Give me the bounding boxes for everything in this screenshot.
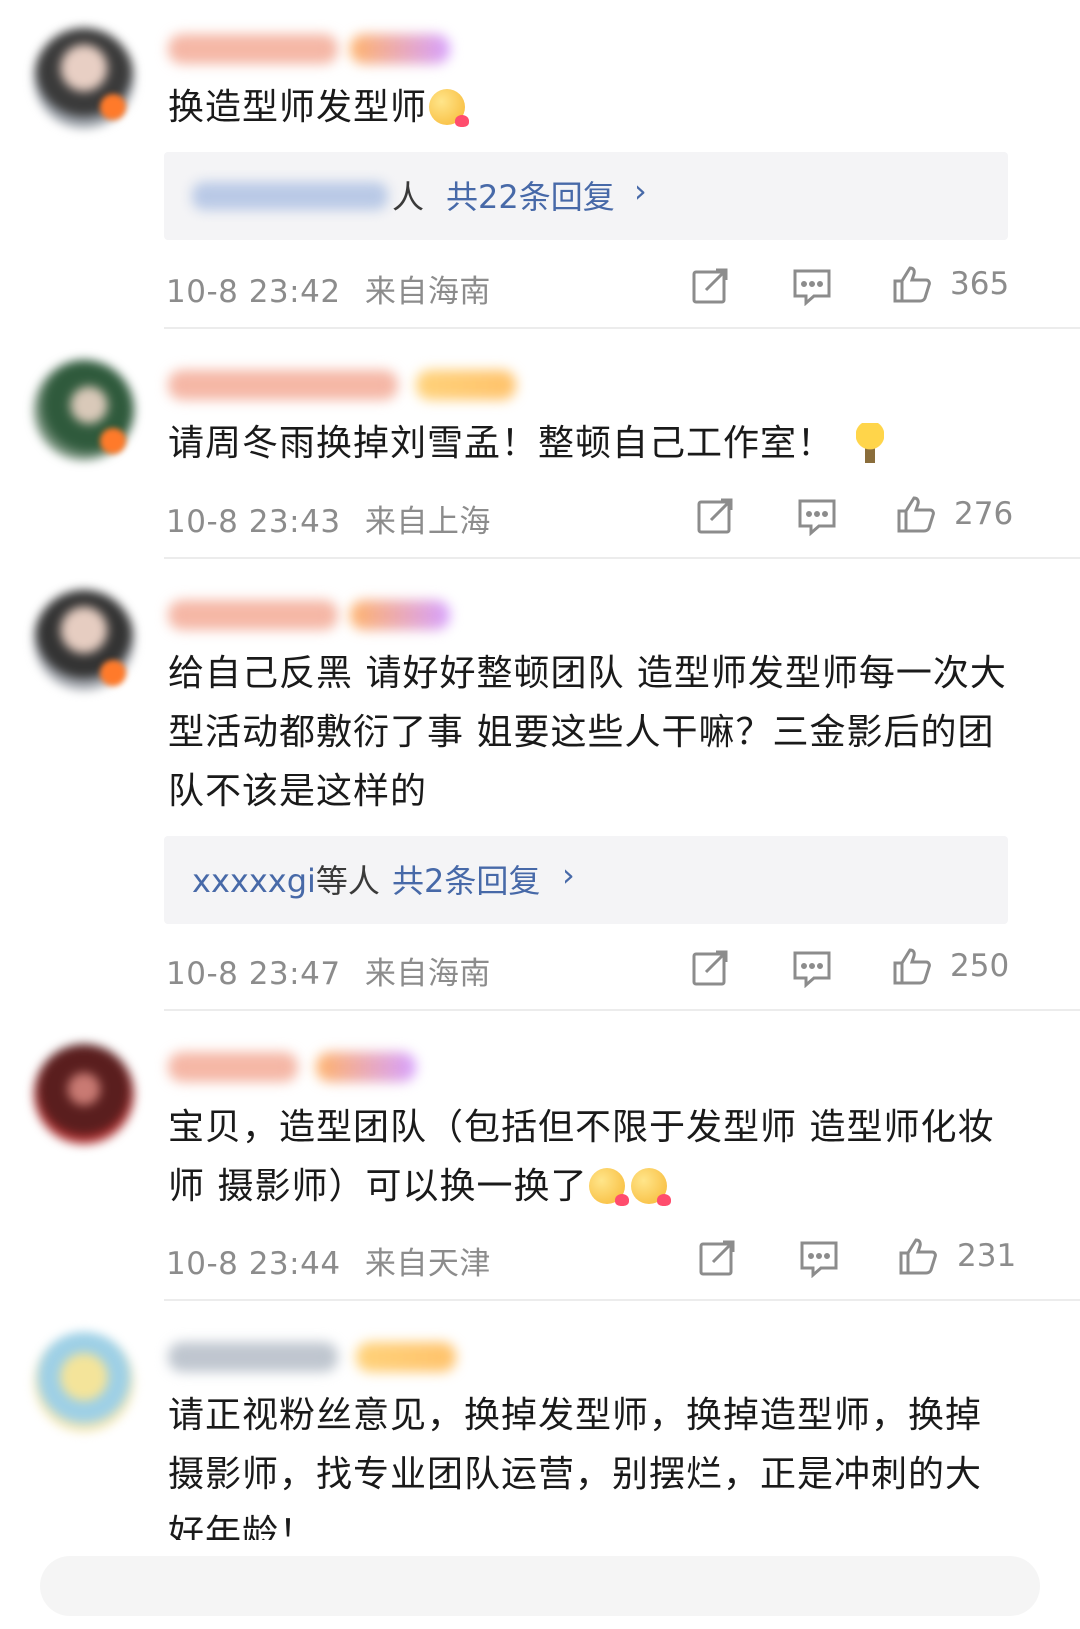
like-count: 365	[950, 266, 1010, 302]
reply-names-suffix: 等人	[315, 862, 380, 900]
comment-location: 来自海南	[364, 956, 491, 992]
comment-meta: 10-8 23:44 来自天津	[166, 1238, 491, 1283]
user-badge	[416, 370, 516, 400]
comment-text-content: 请周冬雨换掉刘雪孟！整顿自己工作室！	[168, 423, 835, 464]
share-icon[interactable]	[695, 496, 735, 536]
thumbs-up-icon[interactable]	[892, 264, 932, 304]
verified-badge-icon	[100, 428, 126, 454]
avatar[interactable]	[34, 1332, 134, 1432]
comment-icon[interactable]	[799, 1238, 839, 1278]
comment-text-content: 宝贝，造型团队（包括但不限于发型师 造型师化妆师 摄影师）可以换一换了	[168, 1107, 995, 1207]
username[interactable]	[168, 1342, 338, 1372]
comment-icon[interactable]	[792, 948, 832, 988]
divider	[164, 557, 1080, 559]
user-badge	[350, 34, 450, 64]
comment-text: 请正视粉丝意见，换掉发型师，换掉造型师，换掉摄影师，找专业团队运营，别摆烂，正是…	[168, 1395, 983, 1540]
comment-location: 来自天津	[364, 1246, 491, 1282]
username[interactable]	[168, 1052, 298, 1082]
comment-item: 请正视粉丝意见，换掉发型师，换掉造型师，换掉摄影师，找专业团队运营，别摆烂，正是…	[0, 1302, 1080, 1540]
reply-count-link[interactable]: 共2条回复	[392, 856, 540, 902]
verified-badge-icon	[100, 94, 126, 120]
comment-text: 请周冬雨换掉刘雪孟！整顿自己工作室！	[168, 414, 1018, 473]
reply-summary[interactable]: xxxxxgi等人 共2条回复 ›	[164, 836, 1008, 924]
like-count: 231	[957, 1238, 1017, 1274]
reply-names-suffix: 人	[392, 178, 425, 216]
comment-meta: 10-8 23:47 来自海南	[166, 948, 491, 993]
chevron-right-icon[interactable]: ›	[634, 172, 647, 210]
user-badge	[316, 1052, 416, 1082]
like-count: 276	[954, 496, 1014, 532]
thumbs-up-icon[interactable]	[892, 946, 932, 986]
comment-location: 来自海南	[364, 274, 491, 310]
comment-item: 换造型师发型师 人 共22条回复 › 10-8 23:42 来自海南 365	[0, 0, 1080, 330]
comment-location: 来自上海	[364, 504, 491, 540]
thumbs-up-icon[interactable]	[896, 494, 936, 534]
bottom-input-bar[interactable]	[40, 1556, 1040, 1616]
comment-text: 给自己反黑 请好好整顿团队 造型师发型师每一次大型活动都敷衍了事 姐要这些人干嘛…	[168, 653, 1007, 812]
user-badge	[350, 600, 450, 630]
comment-time: 10-8 23:47	[166, 956, 341, 992]
face-emoji-icon	[589, 1168, 630, 1206]
comment-icon[interactable]	[792, 266, 832, 306]
divider	[164, 1009, 1080, 1011]
reply-names[interactable]	[192, 182, 388, 210]
reply-names[interactable]: xxxxxgi	[192, 862, 316, 900]
divider	[164, 327, 1080, 329]
verified-badge-icon	[100, 660, 126, 686]
comment-text: 换造型师发型师	[168, 78, 1018, 137]
comment-text-content: 换造型师发型师	[168, 87, 428, 128]
share-icon[interactable]	[690, 266, 730, 306]
like-count: 250	[950, 948, 1010, 984]
username[interactable]	[168, 34, 338, 64]
username[interactable]	[168, 600, 338, 630]
avatar[interactable]	[34, 1044, 134, 1144]
comment-text: 宝贝，造型团队（包括但不限于发型师 造型师化妆师 摄影师）可以换一换了	[168, 1098, 1018, 1216]
comment-icon[interactable]	[797, 496, 837, 536]
comment-item: 给自己反黑 请好好整顿团队 造型师发型师每一次大型活动都敷衍了事 姐要这些人干嘛…	[0, 560, 1080, 1012]
comment-item: 请周冬雨换掉刘雪孟！整顿自己工作室！ 10-8 23:43 来自上海 276	[0, 330, 1080, 560]
reply-count-link[interactable]: 共22条回复	[446, 172, 615, 218]
user-badge	[356, 1342, 456, 1372]
comment-meta: 10-8 23:42 来自海南	[166, 266, 491, 311]
reply-names-text: xxxxxgi等人	[192, 856, 380, 902]
share-icon[interactable]	[697, 1238, 737, 1278]
divider	[164, 1299, 1080, 1301]
comment-time: 10-8 23:44	[166, 1246, 341, 1282]
lightbulb-emoji-icon	[856, 423, 885, 463]
share-icon[interactable]	[690, 948, 730, 988]
face-emoji-icon	[631, 1168, 672, 1206]
comment-item: 宝贝，造型团队（包括但不限于发型师 造型师化妆师 摄影师）可以换一换了 10-8…	[0, 1012, 1080, 1302]
username[interactable]	[168, 370, 398, 400]
thumbs-up-icon[interactable]	[898, 1236, 938, 1276]
comment-time: 10-8 23:43	[166, 504, 341, 540]
comment-meta: 10-8 23:43 来自上海	[166, 496, 491, 541]
face-emoji-icon	[429, 89, 470, 127]
chevron-right-icon[interactable]: ›	[562, 856, 575, 894]
reply-summary[interactable]: 人 共22条回复 ›	[164, 152, 1008, 240]
comment-time: 10-8 23:42	[166, 274, 341, 310]
